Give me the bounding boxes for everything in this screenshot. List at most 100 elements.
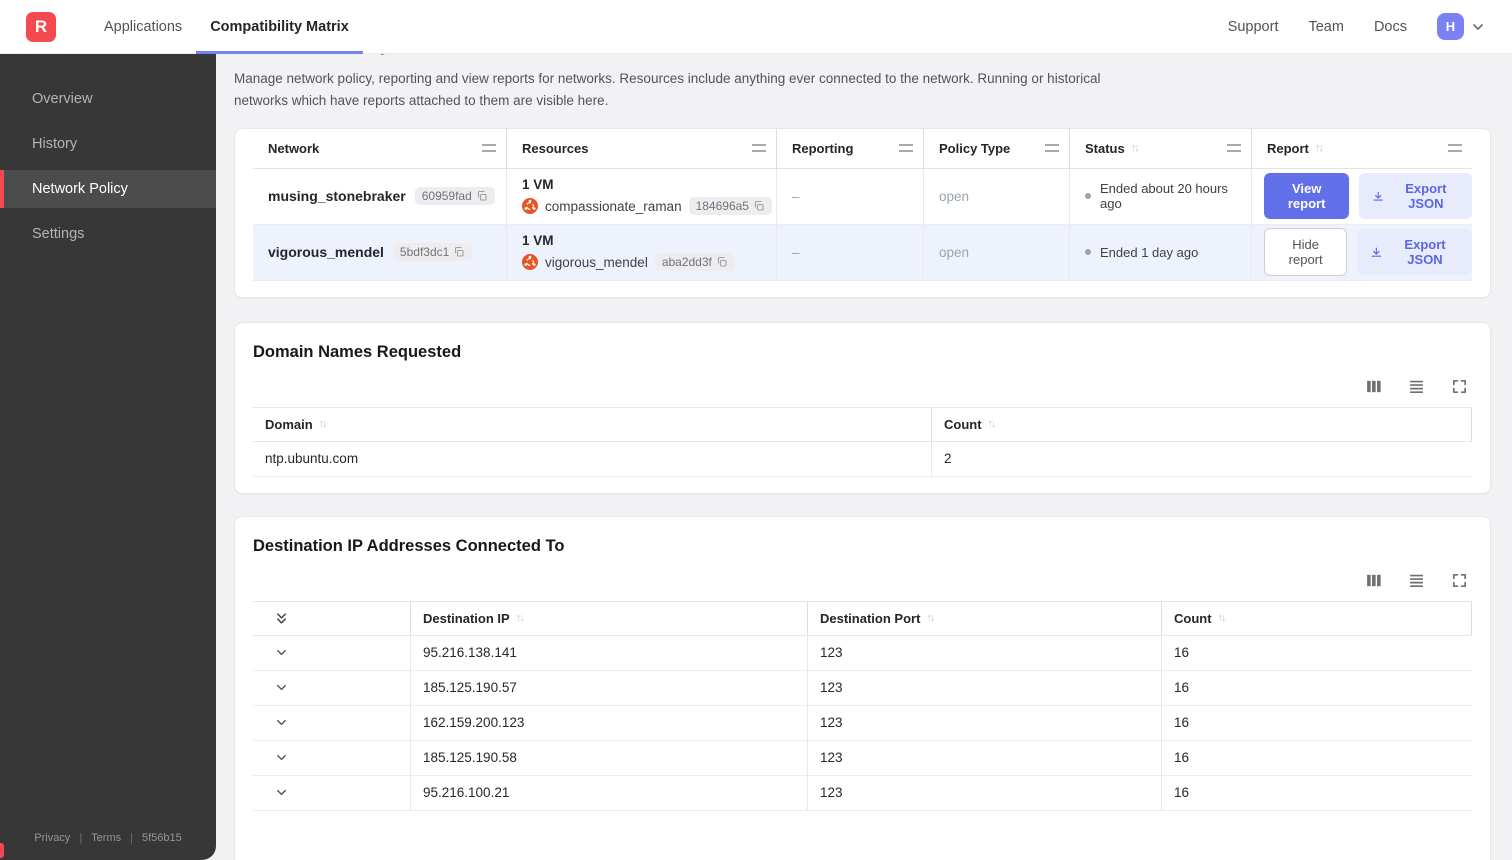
column-resize-handle[interactable] — [1227, 144, 1241, 153]
col-header-destination-port[interactable]: Destination Port ↑↓ — [807, 601, 1161, 635]
report-cell: View report Export JSON — [1251, 168, 1472, 224]
sort-icon[interactable]: ↑↓ — [319, 418, 328, 430]
expander-cell — [253, 671, 410, 705]
network-cell: vigorous_mendel 5bdf3dc1 — [253, 225, 506, 280]
sidebar-item-overview[interactable]: Overview — [0, 80, 216, 118]
table-toolbar — [253, 378, 1468, 395]
rows-icon[interactable] — [1408, 572, 1425, 589]
expander-cell — [253, 636, 410, 670]
tab-compatibility-matrix[interactable]: Compatibility Matrix — [196, 0, 363, 54]
user-menu[interactable]: H — [1437, 13, 1486, 40]
tab-applications[interactable]: Applications — [90, 0, 196, 54]
divider: | — [79, 832, 83, 844]
vm-name: compassionate_raman — [545, 198, 682, 214]
destination-ip-cell: 162.159.200.123 — [410, 705, 807, 740]
fullscreen-icon[interactable] — [1451, 378, 1468, 395]
sidebar-item-history[interactable]: History — [0, 125, 216, 163]
col-header-destination-ip[interactable]: Destination IP ↑↓ — [410, 601, 807, 635]
count-cell: 16 — [1161, 775, 1472, 810]
sort-icon[interactable]: ↑↓ — [926, 612, 935, 624]
col-header-status[interactable]: Status ↑↓ — [1069, 128, 1251, 168]
view-report-button[interactable]: View report — [1264, 173, 1350, 220]
col-header-count[interactable]: Count ↑↓ — [1161, 601, 1472, 635]
destination-ip-cell: 185.125.190.57 — [410, 670, 807, 705]
export-json-button[interactable]: Export JSON — [1359, 173, 1472, 220]
sort-icon[interactable]: ↑↓ — [516, 612, 525, 624]
sidebar-item-network-policy[interactable]: Network Policy — [0, 170, 216, 208]
policy-type-cell: open — [923, 168, 1069, 224]
column-resize-handle[interactable] — [752, 144, 766, 153]
resources-cell: 1 VM vigorous_mendel aba2dd3f — [506, 224, 776, 280]
divider: | — [130, 832, 133, 844]
copy-icon[interactable] — [476, 190, 488, 202]
destinations-card-title: Destination IP Addresses Connected To — [253, 536, 565, 555]
destination-row[interactable]: 185.125.190.57 123 16 — [253, 670, 1472, 706]
sort-icon[interactable]: ↑↓ — [1218, 612, 1227, 624]
col-header-count[interactable]: Count ↑↓ — [931, 407, 1472, 441]
chevron-down-icon[interactable] — [274, 645, 289, 660]
reporting-cell: – — [776, 168, 923, 224]
destination-port-cell: 123 — [807, 705, 1161, 740]
destination-row[interactable]: 185.125.190.58 123 16 — [253, 740, 1472, 776]
col-header-domain[interactable]: Domain ↑↓ — [253, 408, 931, 441]
sort-icon[interactable]: ↑↓ — [988, 418, 997, 430]
chevron-down-icon[interactable] — [274, 680, 289, 695]
destination-port-cell: 123 — [807, 775, 1161, 810]
col-header-policy-type[interactable]: Policy Type — [923, 128, 1069, 168]
double-chevron-down-icon[interactable] — [274, 611, 289, 626]
sidebar-item-settings[interactable]: Settings — [0, 215, 216, 253]
destination-port-cell: 123 — [807, 740, 1161, 775]
app-logo[interactable]: R — [26, 11, 56, 42]
columns-icon[interactable] — [1365, 378, 1382, 395]
domains-table-header: Domain ↑↓ Count ↑↓ — [253, 406, 1472, 442]
chevron-down-icon[interactable] — [274, 715, 289, 730]
network-cell: musing_stonebraker 60959fad — [253, 169, 506, 224]
chevron-down-icon[interactable] — [1470, 19, 1486, 35]
terms-link[interactable]: Terms — [91, 832, 121, 844]
copy-icon[interactable] — [453, 246, 465, 258]
privacy-link[interactable]: Privacy — [34, 832, 70, 844]
domain-row[interactable]: ntp.ubuntu.com 2 — [253, 441, 1472, 477]
count-cell: 16 — [1161, 670, 1472, 705]
network-id-badge: 5bdf3dc1 — [392, 243, 473, 262]
col-header-network[interactable]: Network — [253, 129, 506, 168]
hide-report-button[interactable]: Hide report — [1264, 228, 1348, 277]
network-name: vigorous_mendel — [268, 244, 384, 261]
column-resize-handle[interactable] — [1045, 144, 1059, 153]
domain-cell: ntp.ubuntu.com — [265, 451, 359, 467]
fullscreen-icon[interactable] — [1451, 572, 1468, 589]
networks-table-header: Network Resources Reporting Policy Type … — [253, 128, 1472, 169]
column-resize-handle[interactable] — [482, 144, 496, 153]
col-header-report[interactable]: Report ↑↓ — [1251, 128, 1472, 168]
vm-name: vigorous_mendel — [545, 254, 648, 270]
avatar[interactable]: H — [1437, 13, 1464, 40]
rows-icon[interactable] — [1408, 378, 1425, 395]
ubuntu-icon — [522, 198, 538, 215]
column-resize-handle[interactable] — [899, 144, 913, 153]
chevron-down-icon[interactable] — [274, 750, 289, 765]
sort-icon[interactable]: ↑↓ — [1315, 142, 1324, 154]
download-icon — [1371, 247, 1382, 257]
destinations-card: Destination IP Addresses Connected To De… — [234, 515, 1491, 860]
destination-row[interactable]: 95.216.100.21 123 16 — [253, 775, 1472, 811]
chevron-down-icon[interactable] — [274, 785, 289, 800]
column-resize-handle[interactable] — [1448, 144, 1462, 153]
col-header-expand-all[interactable] — [253, 602, 410, 635]
nav-link-support[interactable]: Support — [1228, 19, 1279, 35]
destination-row[interactable]: 162.159.200.123 123 16 — [253, 705, 1472, 741]
status-cell: Ended 1 day ago — [1069, 224, 1251, 280]
networks-card: Network Resources Reporting Policy Type … — [234, 127, 1491, 298]
copy-icon[interactable] — [753, 200, 765, 212]
network-row-vigorous-mendel[interactable]: vigorous_mendel 5bdf3dc1 1 VM vigorous_m… — [253, 224, 1472, 281]
nav-link-team[interactable]: Team — [1308, 19, 1343, 35]
col-header-reporting[interactable]: Reporting — [776, 128, 923, 168]
col-header-resources[interactable]: Resources — [506, 128, 776, 168]
sort-icon[interactable]: ↑↓ — [1131, 142, 1140, 154]
copy-icon[interactable] — [716, 256, 728, 268]
export-json-button[interactable]: Export JSON — [1357, 229, 1472, 276]
network-row-musing-stonebraker[interactable]: musing_stonebraker 60959fad 1 VM compass… — [253, 168, 1472, 225]
sidebar-footer: Privacy | Terms | 5f56b15 — [0, 818, 216, 860]
columns-icon[interactable] — [1365, 572, 1382, 589]
nav-link-docs[interactable]: Docs — [1374, 19, 1407, 35]
destination-row[interactable]: 95.216.138.141 123 16 — [253, 635, 1472, 671]
